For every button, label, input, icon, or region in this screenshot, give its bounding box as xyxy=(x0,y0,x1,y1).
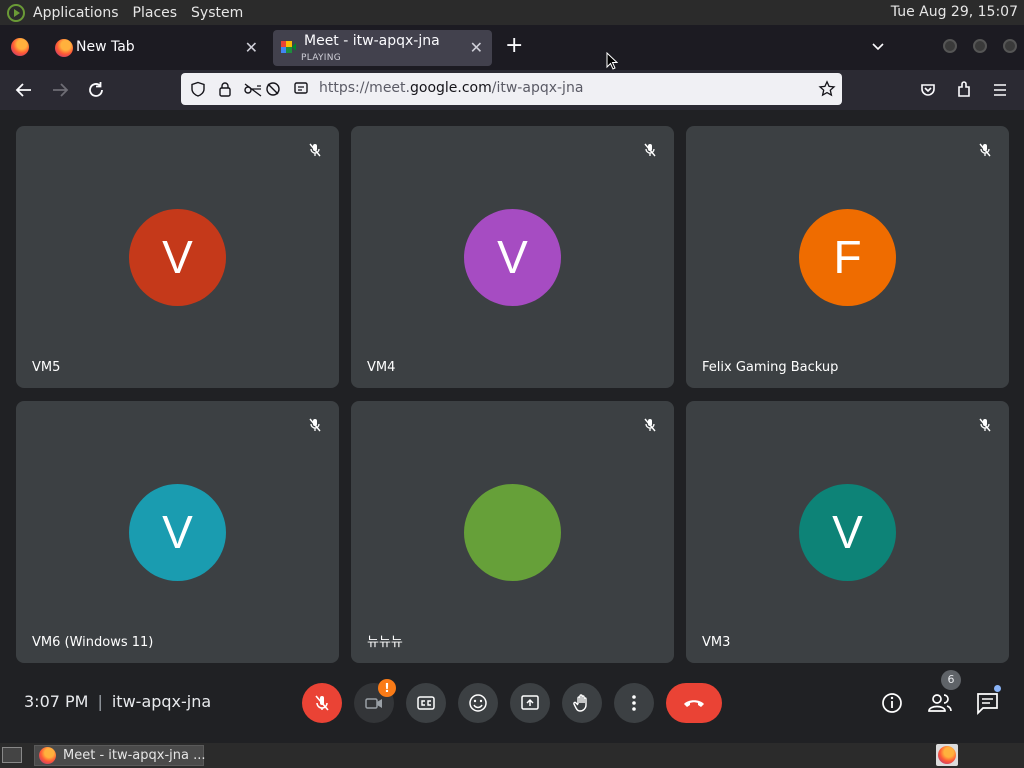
participant-name: VM5 xyxy=(32,360,61,375)
firefox-icon xyxy=(938,746,956,764)
extensions-icon[interactable] xyxy=(953,79,975,101)
muted-mic-icon xyxy=(979,418,991,432)
present-screen-button[interactable] xyxy=(510,683,550,723)
more-vert-icon xyxy=(632,695,636,711)
google-meet-icon xyxy=(281,41,296,53)
system-menu[interactable]: System xyxy=(191,5,243,21)
participant-avatar: V xyxy=(129,484,226,581)
close-window-button[interactable] xyxy=(1003,39,1017,53)
participant-tile[interactable]: V VM6 (Windows 11) xyxy=(16,401,339,663)
bookmark-star-icon[interactable] xyxy=(818,80,836,98)
chat-icon[interactable] xyxy=(975,690,1001,716)
minimize-window-button[interactable] xyxy=(943,39,957,53)
emoji-icon xyxy=(469,694,487,712)
taskbar-window-label: Meet - itw-apqx-jna ... xyxy=(63,748,206,763)
firefox-icon xyxy=(39,747,56,764)
leave-call-button[interactable] xyxy=(666,683,722,723)
more-options-button[interactable] xyxy=(614,683,654,723)
captions-button[interactable] xyxy=(406,683,446,723)
participant-avatar: V xyxy=(799,484,896,581)
participant-avatar xyxy=(464,484,561,581)
forward-arrow-icon[interactable] xyxy=(49,79,71,101)
places-menu[interactable]: Places xyxy=(133,5,178,21)
close-tab-icon[interactable]: ✕ xyxy=(245,38,258,57)
taskbar-window-button[interactable]: Meet - itw-apqx-jna ... xyxy=(34,745,206,766)
bottom-taskbar: Meet - itw-apqx-jna ... xyxy=(0,743,1024,768)
participant-avatar: F xyxy=(799,209,896,306)
url-host: google.com xyxy=(410,80,492,96)
raise-hand-button[interactable] xyxy=(562,683,602,723)
url-prefix: https://meet. xyxy=(319,80,410,96)
reactions-button[interactable] xyxy=(458,683,498,723)
tab-title: New Tab xyxy=(76,39,135,55)
meeting-details-info-icon[interactable] xyxy=(879,690,905,716)
meeting-info-text: 3:07 PM | itw-apqx-jna xyxy=(24,692,212,711)
meet-stage: V VM5 V VM4 F Felix Gaming Backup V VM6 … xyxy=(0,110,1024,743)
mic-off-icon xyxy=(315,695,329,711)
pocket-icon[interactable] xyxy=(917,79,939,101)
url-bar[interactable]: https://meet.google.com/itw-apqx-jna xyxy=(181,73,842,105)
camera-toggle-button[interactable]: ! xyxy=(354,679,396,723)
top-panel: Applications Places System Tue Aug 29, 1… xyxy=(0,0,1024,25)
muted-mic-icon xyxy=(309,143,321,157)
lock-icon[interactable] xyxy=(217,81,233,97)
applications-menu[interactable]: Applications xyxy=(33,5,119,21)
microphone-toggle-button[interactable] xyxy=(302,683,342,723)
list-all-tabs-chevron-icon[interactable] xyxy=(870,39,886,55)
participant-avatar: V xyxy=(464,209,561,306)
close-tab-icon[interactable]: ✕ xyxy=(470,38,483,57)
muted-mic-icon xyxy=(309,418,321,432)
tab-new-tab[interactable]: New Tab ✕ xyxy=(45,30,267,66)
camera-warning-badge: ! xyxy=(378,679,396,697)
participant-name: Felix Gaming Backup xyxy=(702,360,839,375)
participant-name: VM4 xyxy=(367,360,396,375)
participant-tile[interactable]: V VM5 xyxy=(16,126,339,388)
participant-tile[interactable]: F Felix Gaming Backup xyxy=(686,126,1009,388)
meeting-time: 3:07 PM xyxy=(24,692,89,711)
blocked-media-icon[interactable] xyxy=(265,81,281,97)
back-arrow-icon[interactable] xyxy=(13,79,35,101)
hang-up-icon xyxy=(684,700,704,707)
hamburger-menu-icon[interactable] xyxy=(989,79,1011,101)
maximize-window-button[interactable] xyxy=(973,39,987,53)
panel-clock[interactable]: Tue Aug 29, 15:07 xyxy=(891,4,1018,20)
participant-tile[interactable]: V VM3 xyxy=(686,401,1009,663)
workspace-switcher[interactable] xyxy=(936,744,958,766)
participant-name: 뉴뉴뉴 xyxy=(367,635,403,650)
raise-hand-icon xyxy=(573,694,587,712)
people-icon[interactable] xyxy=(927,690,953,716)
closed-captions-icon xyxy=(417,696,435,710)
firefox-icon xyxy=(55,39,73,57)
shield-icon[interactable] xyxy=(190,81,206,97)
camera-icon xyxy=(365,698,382,709)
new-tab-plus-icon[interactable]: + xyxy=(505,35,523,57)
participant-avatar: V xyxy=(129,209,226,306)
participant-name: VM3 xyxy=(702,635,731,650)
meeting-code: itw-apqx-jna xyxy=(111,692,212,711)
present-screen-icon xyxy=(521,695,539,710)
tab-meet[interactable]: Meet - itw-apqx-jna PLAYING ✕ xyxy=(273,30,492,66)
browser-tab-strip: New Tab ✕ Meet - itw-apqx-jna PLAYING ✕ … xyxy=(0,25,1024,70)
reader-view-icon[interactable] xyxy=(293,81,309,97)
mouse-cursor-icon xyxy=(606,52,618,70)
firefox-view-icon[interactable] xyxy=(11,38,29,56)
tab-playing-label: PLAYING xyxy=(301,53,342,63)
muted-mic-icon xyxy=(979,143,991,157)
participant-count-badge: 6 xyxy=(941,670,961,690)
chat-notification-dot xyxy=(994,685,1001,692)
show-desktop-icon[interactable] xyxy=(2,747,22,763)
tab-title: Meet - itw-apqx-jna xyxy=(304,33,440,49)
gnome-menu-icon[interactable] xyxy=(7,3,25,22)
permissions-icon[interactable] xyxy=(243,81,263,97)
muted-mic-icon xyxy=(644,418,656,432)
reload-icon[interactable] xyxy=(85,79,107,101)
muted-mic-icon xyxy=(644,143,656,157)
participant-tile[interactable]: 뉴뉴뉴 xyxy=(351,401,674,663)
url-text[interactable]: https://meet.google.com/itw-apqx-jna xyxy=(319,80,583,96)
url-path: /itw-apqx-jna xyxy=(491,80,584,96)
participant-tile[interactable]: V VM4 xyxy=(351,126,674,388)
participant-name: VM6 (Windows 11) xyxy=(32,635,154,650)
navigation-toolbar: https://meet.google.com/itw-apqx-jna xyxy=(0,70,1024,110)
